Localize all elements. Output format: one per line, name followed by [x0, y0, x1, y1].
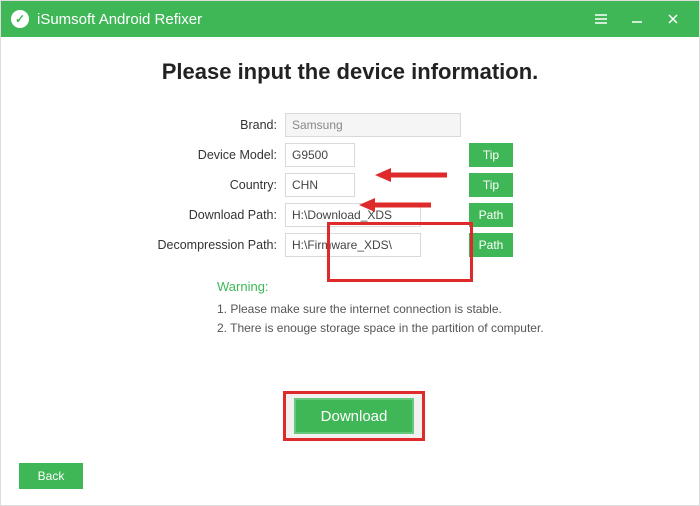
model-label: Device Model: [135, 148, 285, 162]
warning-line-1: 1. Please make sure the internet connect… [217, 300, 597, 319]
row-model: Device Model: Tip [135, 143, 565, 167]
back-button[interactable]: Back [19, 463, 83, 489]
download-path-input[interactable] [285, 203, 421, 227]
minimize-icon[interactable] [619, 1, 655, 37]
decomp-path-button[interactable]: Path [469, 233, 513, 257]
row-decomp-path: Decompression Path: Path [135, 233, 565, 257]
brand-label: Brand: [135, 118, 285, 132]
annotation-box-download: Download [283, 391, 425, 441]
close-icon[interactable] [655, 1, 691, 37]
brand-input [285, 113, 461, 137]
download-button[interactable]: Download [294, 398, 414, 434]
model-input[interactable] [285, 143, 355, 167]
device-form: Brand: Device Model: Tip Country: Tip Do… [135, 113, 565, 257]
app-logo-icon: ✓ [11, 10, 29, 28]
download-button-label: Download [321, 408, 388, 425]
country-label: Country: [135, 178, 285, 192]
row-brand: Brand: [135, 113, 565, 137]
warning-line-2: 2. There is enouge storage space in the … [217, 319, 597, 338]
model-tip-button[interactable]: Tip [469, 143, 513, 167]
window-title: iSumsoft Android Refixer [37, 11, 202, 28]
row-download-path: Download Path: Path [135, 203, 565, 227]
country-input[interactable] [285, 173, 355, 197]
menu-icon[interactable] [583, 1, 619, 37]
decomp-path-label: Decompression Path: [135, 238, 285, 252]
warning-title: Warning: [217, 279, 597, 294]
row-country: Country: Tip [135, 173, 565, 197]
page-title: Please input the device information. [41, 59, 659, 85]
download-path-button[interactable]: Path [469, 203, 513, 227]
warning-block: Warning: 1. Please make sure the interne… [217, 279, 597, 338]
content-area: Please input the device information. Bra… [1, 59, 699, 338]
title-bar: ✓ iSumsoft Android Refixer [1, 1, 699, 37]
download-path-label: Download Path: [135, 208, 285, 222]
country-tip-button[interactable]: Tip [469, 173, 513, 197]
decomp-path-input[interactable] [285, 233, 421, 257]
